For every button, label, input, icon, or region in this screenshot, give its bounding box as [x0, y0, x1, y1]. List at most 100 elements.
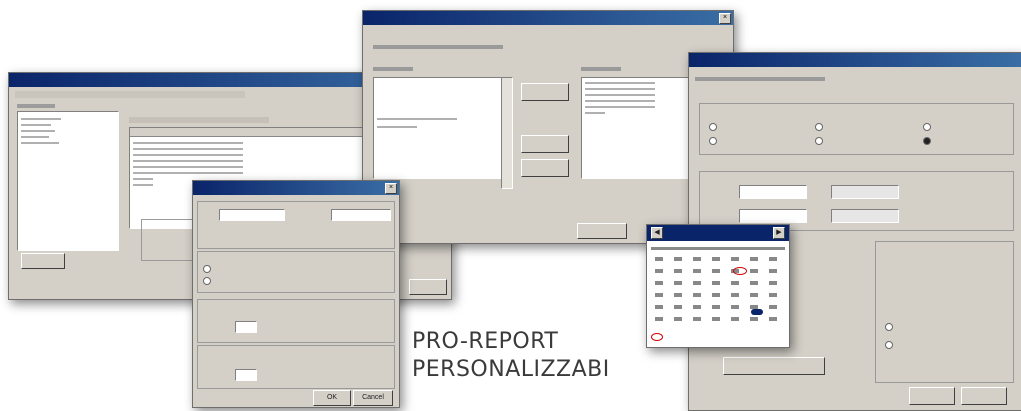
period-radio-2[interactable]: [709, 137, 717, 145]
calendar-day-cell[interactable]: [750, 317, 758, 321]
available-fields-list[interactable]: [373, 77, 511, 179]
calendar-day-cell[interactable]: [750, 281, 758, 285]
calendar-day-cell[interactable]: [655, 317, 663, 321]
report-list[interactable]: [17, 111, 119, 251]
period-titlebar: [689, 53, 1021, 67]
calendar-day-cell[interactable]: [693, 305, 701, 309]
caption-line-1: PRO-REPORT: [412, 329, 559, 354]
period-cancel-button[interactable]: [961, 387, 1007, 405]
calendar-day-cell[interactable]: [769, 281, 777, 285]
list-button[interactable]: [21, 253, 65, 269]
calendar-day-cell[interactable]: [674, 293, 682, 297]
calendar-day-cell[interactable]: [731, 257, 739, 261]
inner-tabs: [129, 117, 269, 123]
remove-button[interactable]: [521, 135, 569, 153]
from-date-field[interactable]: [219, 209, 285, 221]
calendar-day-cell[interactable]: [712, 293, 720, 297]
ok-button-bg[interactable]: [409, 279, 447, 295]
calendar-day-cell[interactable]: [731, 305, 739, 309]
calendar-day-cell[interactable]: [750, 257, 758, 261]
calendar-day-cell[interactable]: [769, 269, 777, 273]
cancel-label: Cancel: [362, 394, 384, 401]
available-label: [373, 67, 413, 71]
calendar-prev-icon[interactable]: ◀: [651, 227, 663, 239]
period-type-group: [699, 103, 1014, 155]
calendar-grid[interactable]: [651, 255, 785, 331]
add-button[interactable]: [521, 83, 569, 101]
calendar-day-cell[interactable]: [712, 281, 720, 285]
calendar-day-cell[interactable]: [655, 257, 663, 261]
calendar-day-cell[interactable]: [674, 269, 682, 273]
period-radio-5[interactable]: [923, 123, 931, 131]
end-time-field[interactable]: [831, 209, 899, 223]
calendar-day-cell[interactable]: [769, 305, 777, 309]
options-button[interactable]: [723, 357, 825, 375]
end-date-combo[interactable]: [739, 209, 807, 223]
period-radio-6[interactable]: [923, 137, 931, 145]
calendar-day-cell[interactable]: [712, 317, 720, 321]
section-label: [17, 104, 55, 108]
calendar-next-icon[interactable]: ▶: [773, 227, 785, 239]
filter-dialog: × OK Cancel: [192, 180, 400, 408]
filter-titlebar: [193, 181, 399, 195]
calendar-day-cell[interactable]: [674, 305, 682, 309]
calendar-day-cell[interactable]: [674, 317, 682, 321]
calendar-day-cell[interactable]: [750, 269, 758, 273]
close-icon[interactable]: ×: [385, 183, 397, 194]
ok-button-window2[interactable]: [577, 223, 627, 239]
calendar-day-cell[interactable]: [769, 317, 777, 321]
range-field[interactable]: [235, 369, 257, 381]
limit-field[interactable]: [235, 321, 257, 333]
calendar-day-cell[interactable]: [655, 269, 663, 273]
compare-radio-1[interactable]: [885, 323, 893, 331]
option-radio-1[interactable]: [203, 265, 211, 273]
calendar-day-cell[interactable]: [674, 281, 682, 285]
calendar-day-cell[interactable]: [712, 269, 720, 273]
calendar-day-cell[interactable]: [693, 293, 701, 297]
calendar-popup: ◀ ▶: [646, 224, 790, 348]
calendar-day-cell[interactable]: [674, 257, 682, 261]
calendar-day-cell[interactable]: [655, 281, 663, 285]
calendar-day-cell[interactable]: [693, 317, 701, 321]
calendar-day-cell[interactable]: [731, 293, 739, 297]
limit-group: [197, 299, 395, 343]
field-selection-window: ×: [362, 10, 734, 244]
calendar-day-cell[interactable]: [655, 293, 663, 297]
calendar-day-cell[interactable]: [769, 293, 777, 297]
ok-label: OK: [326, 394, 338, 401]
selected-fields-list[interactable]: [581, 77, 703, 179]
ok-button[interactable]: OK: [313, 390, 351, 406]
instruction-text: [373, 45, 503, 49]
period-radio-4[interactable]: [815, 137, 823, 145]
compare-radio-2[interactable]: [885, 341, 893, 349]
cancel-button[interactable]: Cancel: [353, 390, 393, 406]
calendar-header: [647, 225, 789, 241]
calendar-day-cell[interactable]: [712, 257, 720, 261]
calendar-day-cell[interactable]: [693, 281, 701, 285]
range-group: [197, 345, 395, 389]
available-scrollbar[interactable]: [501, 77, 513, 189]
remove-all-button[interactable]: [521, 159, 569, 177]
calendar-selected-day: [751, 309, 763, 315]
weekday-header-row: [651, 247, 785, 250]
caption-line-2: PERSONALIZZABI: [412, 357, 610, 382]
calendar-day-cell[interactable]: [769, 257, 777, 261]
to-date-field[interactable]: [331, 209, 391, 221]
calendar-day-cell[interactable]: [693, 269, 701, 273]
period-radio-3[interactable]: [815, 123, 823, 131]
selected-label: [581, 67, 621, 71]
start-date-combo[interactable]: [739, 185, 807, 199]
close-icon[interactable]: ×: [719, 13, 731, 24]
period-radio-1[interactable]: [709, 123, 717, 131]
period-ok-button[interactable]: [909, 387, 955, 405]
calendar-day-cell[interactable]: [693, 257, 701, 261]
option-radio-2[interactable]: [203, 277, 211, 285]
product-caption: PRO-REPORT PERSONALIZZABI: [412, 328, 610, 384]
calendar-day-cell[interactable]: [731, 317, 739, 321]
calendar-today-marker: [733, 267, 747, 275]
calendar-day-cell[interactable]: [655, 305, 663, 309]
calendar-day-cell[interactable]: [712, 305, 720, 309]
calendar-day-cell[interactable]: [750, 293, 758, 297]
start-time-field[interactable]: [831, 185, 899, 199]
calendar-day-cell[interactable]: [731, 281, 739, 285]
